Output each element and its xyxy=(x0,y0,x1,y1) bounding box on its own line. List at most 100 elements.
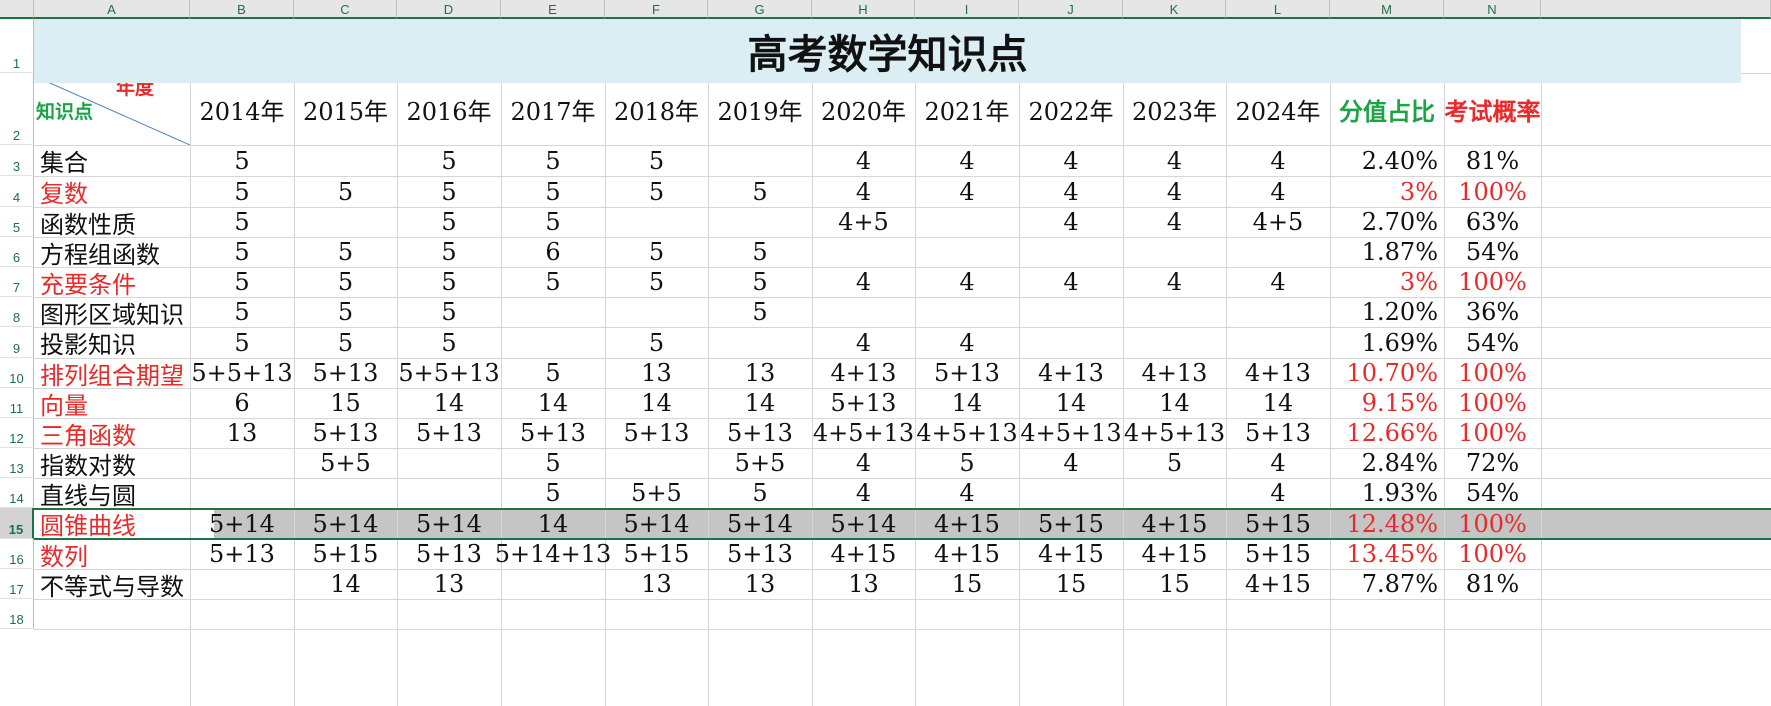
score-cell[interactable]: 4 xyxy=(915,145,1019,176)
score-cell[interactable]: 14 xyxy=(1019,388,1123,418)
year-header-2022[interactable]: 2022年 xyxy=(1019,73,1123,145)
score-cell[interactable]: 4 xyxy=(915,176,1019,207)
score-cell[interactable]: 5 xyxy=(501,478,605,508)
probability-cell[interactable]: 63% xyxy=(1444,207,1541,237)
score-cell[interactable]: 5 xyxy=(605,176,708,207)
score-cell[interactable]: 4 xyxy=(1226,145,1330,176)
score-cell[interactable]: 5 xyxy=(397,327,501,358)
probability-cell[interactable]: 100% xyxy=(1444,539,1541,569)
score-cell[interactable]: 14 xyxy=(605,388,708,418)
score-cell[interactable]: 4+15 xyxy=(1123,508,1226,539)
score-cell[interactable]: 13 xyxy=(708,358,812,388)
topic-cell[interactable]: 图形区域知识 xyxy=(34,297,190,329)
column-header-d[interactable]: D xyxy=(397,0,501,19)
score-cell[interactable]: 5 xyxy=(708,478,812,508)
share-cell[interactable]: 12.48% xyxy=(1330,508,1444,539)
topic-cell[interactable]: 集合 xyxy=(34,145,190,177)
score-cell[interactable]: 4 xyxy=(1123,145,1226,176)
score-cell[interactable]: 5 xyxy=(605,237,708,267)
score-cell[interactable]: 4+13 xyxy=(1123,358,1226,388)
score-cell[interactable] xyxy=(1019,327,1123,358)
score-cell[interactable]: 5 xyxy=(708,297,812,327)
score-cell[interactable]: 5 xyxy=(294,297,397,327)
row-header-3[interactable]: 3 xyxy=(0,145,34,176)
score-cell[interactable] xyxy=(1019,297,1123,327)
row-header-17[interactable]: 17 xyxy=(0,569,34,599)
score-cell[interactable]: 5 xyxy=(501,176,605,207)
score-cell[interactable]: 15 xyxy=(915,569,1019,599)
score-cell[interactable] xyxy=(605,448,708,478)
score-cell[interactable]: 5 xyxy=(190,145,294,176)
score-cell[interactable]: 5+15 xyxy=(1226,539,1330,569)
year-header-2024[interactable]: 2024年 xyxy=(1226,73,1330,145)
score-cell[interactable]: 14 xyxy=(501,388,605,418)
score-cell[interactable]: 5+13 xyxy=(605,418,708,448)
score-cell[interactable]: 5 xyxy=(708,176,812,207)
row-header-15[interactable]: 15 xyxy=(0,508,34,539)
score-cell[interactable]: 4 xyxy=(1226,448,1330,478)
score-cell[interactable] xyxy=(1019,237,1123,267)
column-header-e[interactable]: E xyxy=(501,0,605,19)
score-cell[interactable]: 5+13 xyxy=(915,358,1019,388)
score-cell[interactable]: 4 xyxy=(812,327,915,358)
score-cell[interactable]: 4 xyxy=(812,176,915,207)
probability-cell[interactable]: 100% xyxy=(1444,358,1541,388)
score-cell[interactable]: 5+5+13 xyxy=(397,358,501,388)
score-cell[interactable]: 4+5 xyxy=(812,207,915,237)
score-cell[interactable] xyxy=(190,478,294,508)
score-cell[interactable]: 4+5+13 xyxy=(915,418,1019,448)
score-cell[interactable]: 13 xyxy=(605,569,708,599)
topic-cell[interactable]: 方程组函数 xyxy=(34,237,190,269)
score-cell[interactable]: 5+5 xyxy=(605,478,708,508)
row-header-12[interactable]: 12 xyxy=(0,418,34,448)
score-cell[interactable] xyxy=(812,297,915,327)
score-cell[interactable]: 13 xyxy=(708,569,812,599)
score-cell[interactable] xyxy=(294,478,397,508)
share-cell[interactable]: 2.70% xyxy=(1330,207,1444,237)
score-cell[interactable]: 5 xyxy=(190,297,294,327)
score-cell[interactable]: 4+13 xyxy=(1019,358,1123,388)
topic-cell[interactable]: 复数 xyxy=(34,176,190,208)
share-cell[interactable]: 13.45% xyxy=(1330,539,1444,569)
score-cell[interactable]: 4+15 xyxy=(1019,539,1123,569)
share-cell[interactable]: 1.93% xyxy=(1330,478,1444,508)
score-cell[interactable] xyxy=(190,448,294,478)
share-cell[interactable]: 9.15% xyxy=(1330,388,1444,418)
score-cell[interactable]: 5+5 xyxy=(294,448,397,478)
score-cell[interactable]: 4 xyxy=(812,448,915,478)
score-cell[interactable]: 4+5+13 xyxy=(1123,418,1226,448)
year-header-2023[interactable]: 2023年 xyxy=(1123,73,1226,145)
probability-cell[interactable]: 100% xyxy=(1444,388,1541,418)
score-cell[interactable] xyxy=(1123,478,1226,508)
sheet-title[interactable]: 高考数学知识点 xyxy=(34,19,1741,83)
topic-cell[interactable]: 三角函数 xyxy=(34,418,190,450)
score-cell[interactable]: 4 xyxy=(915,327,1019,358)
score-cell[interactable]: 5 xyxy=(294,327,397,358)
share-cell[interactable]: 2.40% xyxy=(1330,145,1444,176)
score-cell[interactable]: 6 xyxy=(190,388,294,418)
score-cell[interactable]: 14 xyxy=(294,569,397,599)
score-cell[interactable]: 4 xyxy=(1123,267,1226,297)
column-header-h[interactable]: H xyxy=(812,0,915,19)
share-header[interactable]: 分值占比 xyxy=(1330,73,1444,145)
score-cell[interactable]: 4 xyxy=(1019,176,1123,207)
score-cell[interactable]: 5+13 xyxy=(397,418,501,448)
score-cell[interactable] xyxy=(1123,237,1226,267)
score-cell[interactable]: 5+5+13 xyxy=(190,358,294,388)
score-cell[interactable] xyxy=(397,478,501,508)
column-header-c[interactable]: C xyxy=(294,0,397,19)
score-cell[interactable] xyxy=(605,297,708,327)
score-cell[interactable]: 4+5+13 xyxy=(812,418,915,448)
score-cell[interactable]: 5 xyxy=(294,237,397,267)
year-header-2014[interactable]: 2014年 xyxy=(190,73,294,145)
topic-cell[interactable]: 充要条件 xyxy=(34,267,190,299)
score-cell[interactable] xyxy=(1019,478,1123,508)
score-cell[interactable]: 4 xyxy=(1226,478,1330,508)
row-header-10[interactable]: 10 xyxy=(0,358,34,388)
score-cell[interactable]: 5 xyxy=(501,358,605,388)
column-header-n[interactable]: N xyxy=(1444,0,1541,19)
score-cell[interactable]: 5 xyxy=(190,237,294,267)
topic-cell[interactable]: 指数对数 xyxy=(34,448,190,480)
probability-cell[interactable]: 100% xyxy=(1444,508,1541,539)
column-header-g[interactable]: G xyxy=(708,0,812,19)
